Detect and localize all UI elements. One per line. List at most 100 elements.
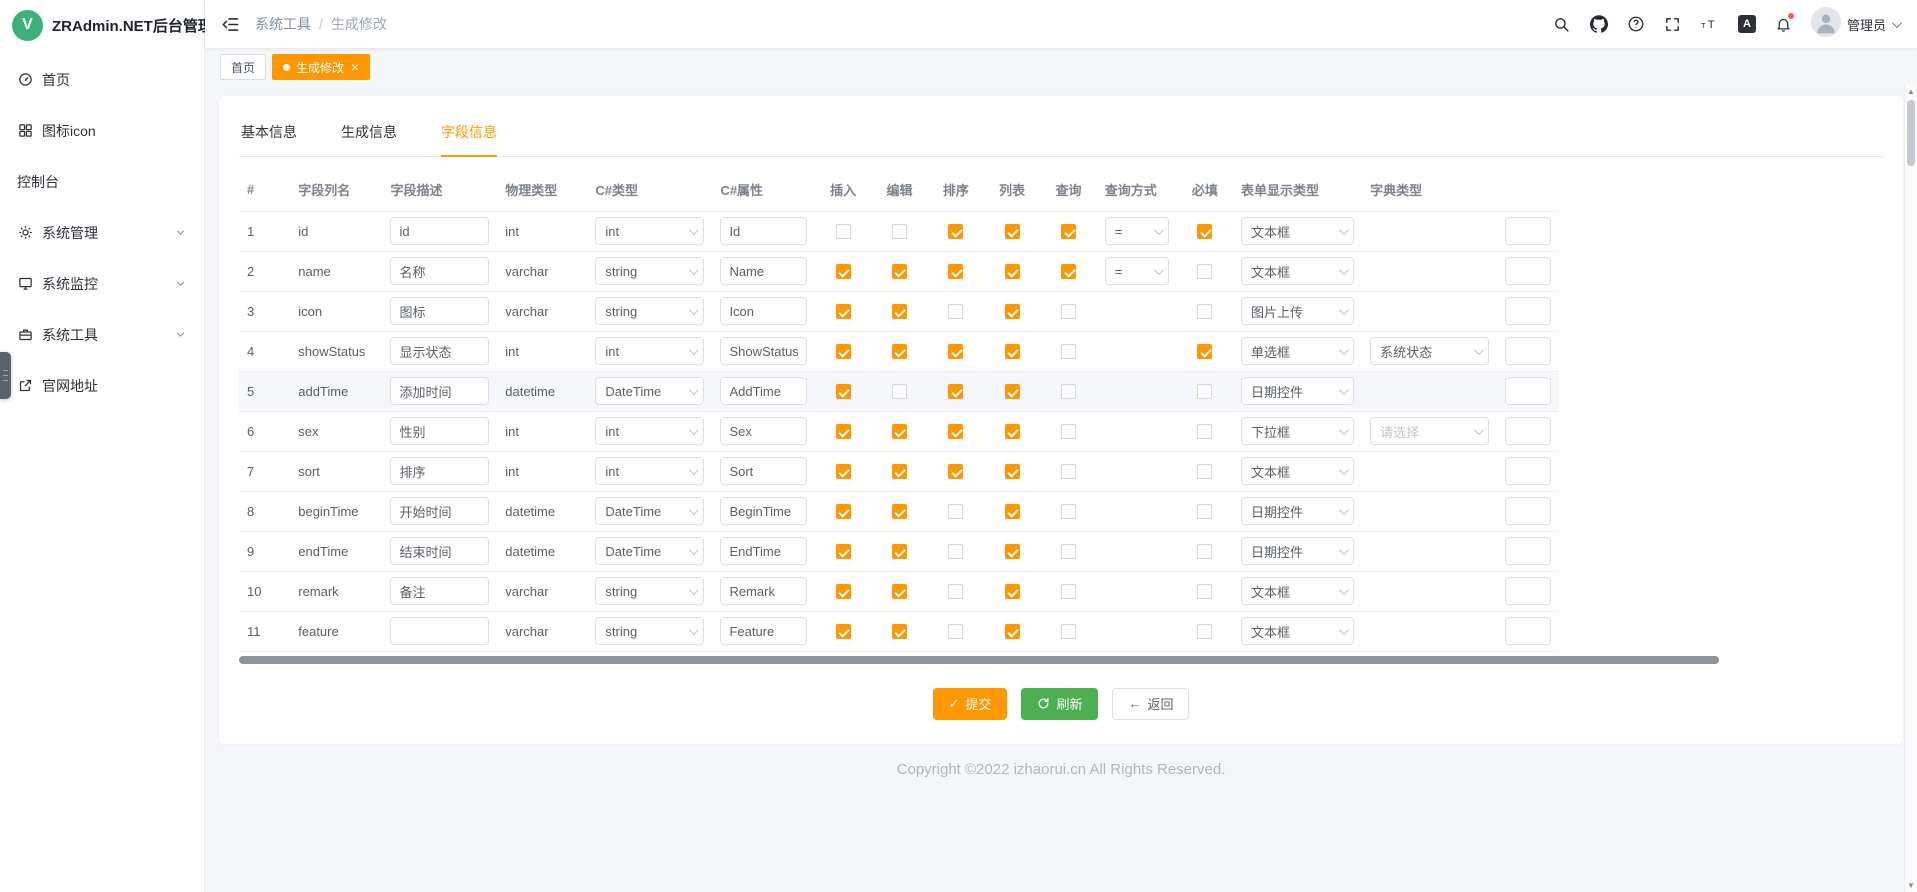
- checkbox-required[interactable]: [1197, 424, 1212, 439]
- query-mode-select[interactable]: =: [1105, 257, 1169, 285]
- cs-prop-input[interactable]: [720, 497, 806, 525]
- extra-input[interactable]: [1505, 217, 1551, 245]
- checkbox-sort[interactable]: [948, 424, 963, 439]
- sidebar-item-2[interactable]: 控制台: [0, 156, 204, 207]
- query-mode-select[interactable]: =: [1105, 217, 1169, 245]
- tag-active[interactable]: 生成修改×: [272, 54, 370, 80]
- cs-type-select[interactable]: string: [595, 577, 704, 605]
- checkbox-sort[interactable]: [948, 504, 963, 519]
- display-type-select[interactable]: 文本框: [1241, 257, 1354, 285]
- field-desc-input[interactable]: [390, 297, 489, 325]
- checkbox-list[interactable]: [1005, 304, 1020, 319]
- sidebar-item-1[interactable]: 图标icon: [0, 105, 204, 156]
- scroll-down-arrow[interactable]: ▼: [1905, 878, 1917, 892]
- vertical-scrollbar[interactable]: ▲ ▼: [1904, 84, 1917, 892]
- display-type-select[interactable]: 日期控件: [1241, 497, 1354, 525]
- cs-type-select[interactable]: DateTime: [595, 377, 704, 405]
- tab-1[interactable]: 生成信息: [341, 116, 397, 157]
- field-desc-input[interactable]: [390, 457, 489, 485]
- checkbox-edit[interactable]: [892, 344, 907, 359]
- cs-type-select[interactable]: string: [595, 617, 704, 645]
- checkbox-edit[interactable]: [892, 504, 907, 519]
- extra-input[interactable]: [1505, 497, 1551, 525]
- app-logo[interactable]: V ZRAdmin.NET后台管理: [0, 0, 204, 50]
- checkbox-required[interactable]: [1197, 624, 1212, 639]
- field-desc-input[interactable]: [390, 337, 489, 365]
- checkbox-query[interactable]: [1061, 224, 1076, 239]
- refresh-button[interactable]: 刷新: [1021, 688, 1098, 720]
- checkbox-required[interactable]: [1197, 504, 1212, 519]
- checkbox-sort[interactable]: [948, 584, 963, 599]
- checkbox-insert[interactable]: [836, 544, 851, 559]
- search-icon[interactable]: [1552, 14, 1572, 34]
- checkbox-list[interactable]: [1005, 384, 1020, 399]
- cs-type-select[interactable]: int: [595, 457, 704, 485]
- sidebar-item-6[interactable]: 官网地址: [0, 360, 204, 411]
- checkbox-insert[interactable]: [836, 304, 851, 319]
- display-type-select[interactable]: 文本框: [1241, 217, 1354, 245]
- display-type-select[interactable]: 图片上传: [1241, 297, 1354, 325]
- checkbox-required[interactable]: [1197, 544, 1212, 559]
- checkbox-sort[interactable]: [948, 264, 963, 279]
- checkbox-query[interactable]: [1061, 624, 1076, 639]
- field-desc-input[interactable]: [390, 497, 489, 525]
- field-desc-input[interactable]: [390, 537, 489, 565]
- checkbox-query[interactable]: [1061, 584, 1076, 599]
- checkbox-list[interactable]: [1005, 584, 1020, 599]
- sidebar-item-4[interactable]: 系统监控: [0, 258, 204, 309]
- display-type-select[interactable]: 下拉框: [1241, 417, 1354, 445]
- extra-input[interactable]: [1505, 457, 1551, 485]
- tag-item[interactable]: 首页: [220, 54, 266, 80]
- checkbox-edit[interactable]: [892, 424, 907, 439]
- checkbox-insert[interactable]: [836, 224, 851, 239]
- checkbox-required[interactable]: [1197, 304, 1212, 319]
- cs-type-select[interactable]: int: [595, 417, 704, 445]
- checkbox-list[interactable]: [1005, 544, 1020, 559]
- checkbox-query[interactable]: [1061, 424, 1076, 439]
- cs-type-select[interactable]: DateTime: [595, 537, 704, 565]
- checkbox-edit[interactable]: [892, 584, 907, 599]
- display-type-select[interactable]: 单选框: [1241, 337, 1354, 365]
- checkbox-query[interactable]: [1061, 264, 1076, 279]
- sidebar-item-5[interactable]: 系统工具: [0, 309, 204, 360]
- checkbox-sort[interactable]: [948, 384, 963, 399]
- checkbox-insert[interactable]: [836, 504, 851, 519]
- cs-prop-input[interactable]: [720, 577, 806, 605]
- checkbox-edit[interactable]: [892, 544, 907, 559]
- cs-prop-input[interactable]: [720, 297, 806, 325]
- translate-icon[interactable]: A: [1737, 14, 1757, 34]
- checkbox-query[interactable]: [1061, 504, 1076, 519]
- checkbox-insert[interactable]: [836, 624, 851, 639]
- cs-type-select[interactable]: int: [595, 217, 704, 245]
- checkbox-query[interactable]: [1061, 384, 1076, 399]
- github-icon[interactable]: [1589, 14, 1609, 34]
- checkbox-insert[interactable]: [836, 344, 851, 359]
- cs-prop-input[interactable]: [720, 417, 806, 445]
- checkbox-sort[interactable]: [948, 304, 963, 319]
- checkbox-required[interactable]: [1197, 264, 1212, 279]
- cs-prop-input[interactable]: [720, 537, 806, 565]
- checkbox-insert[interactable]: [836, 424, 851, 439]
- display-type-select[interactable]: 日期控件: [1241, 537, 1354, 565]
- checkbox-edit[interactable]: [892, 464, 907, 479]
- bell-icon[interactable]: [1774, 14, 1794, 34]
- cs-type-select[interactable]: int: [595, 337, 704, 365]
- user-menu[interactable]: 管理员: [1811, 7, 1899, 42]
- checkbox-edit[interactable]: [892, 224, 907, 239]
- checkbox-list[interactable]: [1005, 224, 1020, 239]
- checkbox-query[interactable]: [1061, 304, 1076, 319]
- field-desc-input[interactable]: [390, 257, 489, 285]
- tab-0[interactable]: 基本信息: [241, 116, 297, 157]
- field-desc-input[interactable]: [390, 377, 489, 405]
- cs-prop-input[interactable]: [720, 337, 806, 365]
- extra-input[interactable]: [1505, 337, 1551, 365]
- checkbox-required[interactable]: [1197, 464, 1212, 479]
- checkbox-insert[interactable]: [836, 584, 851, 599]
- extra-input[interactable]: [1505, 377, 1551, 405]
- extra-input[interactable]: [1505, 257, 1551, 285]
- checkbox-edit[interactable]: [892, 384, 907, 399]
- cs-prop-input[interactable]: [720, 457, 806, 485]
- submit-button[interactable]: ✓ 提交: [933, 688, 1008, 720]
- field-desc-input[interactable]: [390, 577, 489, 605]
- display-type-select[interactable]: 文本框: [1241, 577, 1354, 605]
